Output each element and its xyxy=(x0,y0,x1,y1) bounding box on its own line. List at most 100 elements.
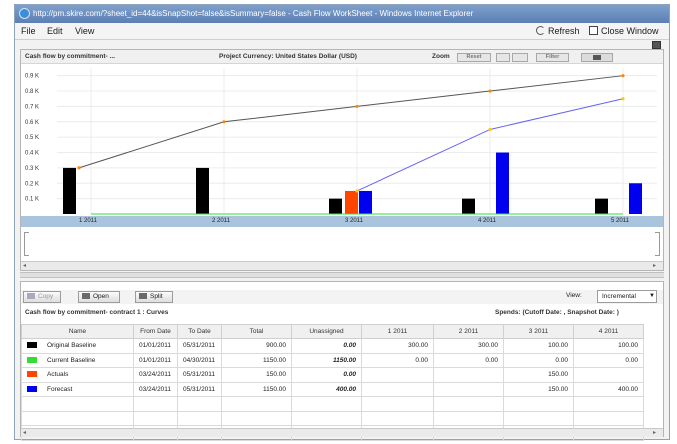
refresh-icon xyxy=(536,26,545,35)
series-color-swatch xyxy=(27,356,37,363)
table-cell: 100.00 xyxy=(573,338,644,354)
filter-button[interactable]: Filter xyxy=(536,53,569,62)
view-select[interactable]: Incremental xyxy=(597,290,657,303)
column-header[interactable]: From Date xyxy=(133,324,178,339)
bar-original-baseline xyxy=(63,167,76,214)
table-cell: 150.00 xyxy=(221,367,292,383)
overview-right-handle[interactable] xyxy=(655,232,660,256)
series-name: Original Baseline xyxy=(47,342,97,350)
cash-flow-chart: 0.1 K 0.2 K 0.3 K 0.4 K 0.5 K 0.6 K 0.7 K 0.8 K… xyxy=(25,68,657,215)
scroll-left-icon[interactable]: ◂ xyxy=(23,262,26,270)
line-marker xyxy=(222,120,226,124)
y-tick-label: 0.8 K xyxy=(25,89,39,95)
zoom-right-button[interactable] xyxy=(512,53,528,62)
chevron-down-icon[interactable]: ▼ xyxy=(649,292,655,301)
line-marker xyxy=(355,189,359,193)
browser-window: http://pm.skire.com/?sheet_id=44&isSnapS… xyxy=(14,4,670,441)
table-cell: 0.00 xyxy=(433,352,504,368)
column-header[interactable]: 2 2011 xyxy=(433,324,504,339)
table-cell: 0.00 xyxy=(503,352,574,368)
chart-horizontal-scrollbar[interactable]: ◂ ▸ xyxy=(21,261,663,270)
table-cell: 300.00 xyxy=(433,338,504,354)
table-row[interactable]: Actuals 03/24/2011 05/31/2011 150.00 0.00 150… xyxy=(21,367,644,383)
empty-row xyxy=(21,410,644,426)
split-button[interactable]: Split xyxy=(135,291,173,303)
zoom-left-button[interactable] xyxy=(496,53,510,62)
split-label: Split xyxy=(150,293,163,300)
table-cell: Current Baseline xyxy=(21,352,134,368)
empty-cell xyxy=(291,410,362,426)
bar-original-baseline xyxy=(595,198,608,214)
column-header[interactable]: Name xyxy=(21,324,134,339)
column-header[interactable]: Total xyxy=(221,324,292,339)
close-window-icon xyxy=(589,26,598,35)
overview-area xyxy=(21,228,663,260)
copy-button[interactable]: Copy xyxy=(23,291,61,303)
zoom-label: Zoom xyxy=(432,53,450,60)
window-titlebar: http://pm.skire.com/?sheet_id=44&isSnapS… xyxy=(15,5,669,23)
menu-edit[interactable]: Edit xyxy=(47,23,63,40)
refresh-button[interactable]: Refresh xyxy=(536,23,580,40)
table-cell: 05/31/2011 xyxy=(177,381,222,397)
line-marker xyxy=(621,97,625,101)
column-header[interactable]: 3 2011 xyxy=(503,324,574,339)
empty-cell xyxy=(433,396,504,412)
series-name: Actuals xyxy=(47,371,69,379)
y-tick-label: 0.5 K xyxy=(25,135,39,141)
empty-cell xyxy=(361,396,434,412)
grid-scroll-left-icon[interactable]: ◂ xyxy=(23,429,26,437)
table-cell: 900.00 xyxy=(221,338,292,354)
y-tick-label: 0.9 K xyxy=(25,74,39,80)
table-cell: 03/24/2011 xyxy=(133,367,178,383)
x-tick-label: 5 2011 xyxy=(611,218,629,224)
spends-info: Spends: (Cutoff Date: , Snapshot Date: ) xyxy=(495,309,619,316)
print-button[interactable] xyxy=(581,53,613,62)
chart-panel: Cash flow by commitment- ... Project Cur… xyxy=(20,49,664,271)
grid-toolbar: Copy Open Split View: Incremental ▼ xyxy=(21,290,663,304)
table-row[interactable]: Forecast 03/24/2011 05/31/2011 1150.00 400.0… xyxy=(21,381,644,397)
table-cell: Forecast xyxy=(21,381,134,397)
table-cell: 400.00 xyxy=(291,381,362,397)
table-cell: 03/24/2011 xyxy=(133,381,178,397)
table-cell: 05/31/2011 xyxy=(177,367,222,383)
table-row[interactable]: Original Baseline 01/01/2011 05/31/2011 900… xyxy=(21,338,644,354)
window-title: http://pm.skire.com/?sheet_id=44&isSnapS… xyxy=(33,9,474,18)
menu-view[interactable]: View xyxy=(75,23,94,40)
open-button[interactable]: Open xyxy=(78,291,120,303)
menu-file[interactable]: File xyxy=(21,23,36,40)
table-row[interactable]: Current Baseline 01/01/2011 04/30/2011 1150… xyxy=(21,352,644,368)
table-cell: 01/01/2011 xyxy=(133,338,178,354)
table-cell: 04/30/2011 xyxy=(177,352,222,368)
chart-panel-minimize-icon[interactable] xyxy=(652,41,661,49)
column-header[interactable]: 1 2011 xyxy=(361,324,434,339)
empty-cell xyxy=(361,410,434,426)
overview-left-handle[interactable] xyxy=(24,232,29,256)
bar-original-baseline xyxy=(196,167,209,214)
column-header[interactable]: Unassigned xyxy=(291,324,362,339)
bar-forecast xyxy=(496,152,509,214)
table-cell: 0.00 xyxy=(361,352,434,368)
table-cell: 1150.00 xyxy=(221,381,292,397)
bar-actuals xyxy=(345,190,358,214)
view-label: View: xyxy=(566,292,582,299)
grid-title: Cash flow by commitment- contract 1 : Cu… xyxy=(25,309,169,316)
grid-horizontal-scrollbar[interactable]: ◂ ▸ xyxy=(21,428,663,437)
grid-panel: Copy Open Split View: Incremental ▼ Cash… xyxy=(20,281,664,441)
panel-splitter[interactable] xyxy=(20,272,664,278)
empty-cell xyxy=(573,396,644,412)
column-header[interactable]: To Date xyxy=(177,324,222,339)
table-cell: 150.00 xyxy=(503,381,574,397)
scroll-right-icon[interactable]: ▸ xyxy=(653,262,656,270)
column-header[interactable]: 4 2011 xyxy=(573,324,644,339)
empty-cell xyxy=(503,410,574,426)
zoom-reset-button[interactable]: Reset xyxy=(457,53,491,62)
table-cell: 0.00 xyxy=(291,367,362,383)
grid-scroll-right-icon[interactable]: ▸ xyxy=(653,429,656,437)
table-cell: 1150.00 xyxy=(291,352,362,368)
bar-original-baseline xyxy=(462,198,475,214)
split-icon xyxy=(139,293,147,299)
empty-cell xyxy=(21,396,134,412)
close-window-button[interactable]: Close Window xyxy=(589,23,659,40)
line-marker xyxy=(488,89,492,93)
y-tick-label: 0.3 K xyxy=(25,166,39,172)
